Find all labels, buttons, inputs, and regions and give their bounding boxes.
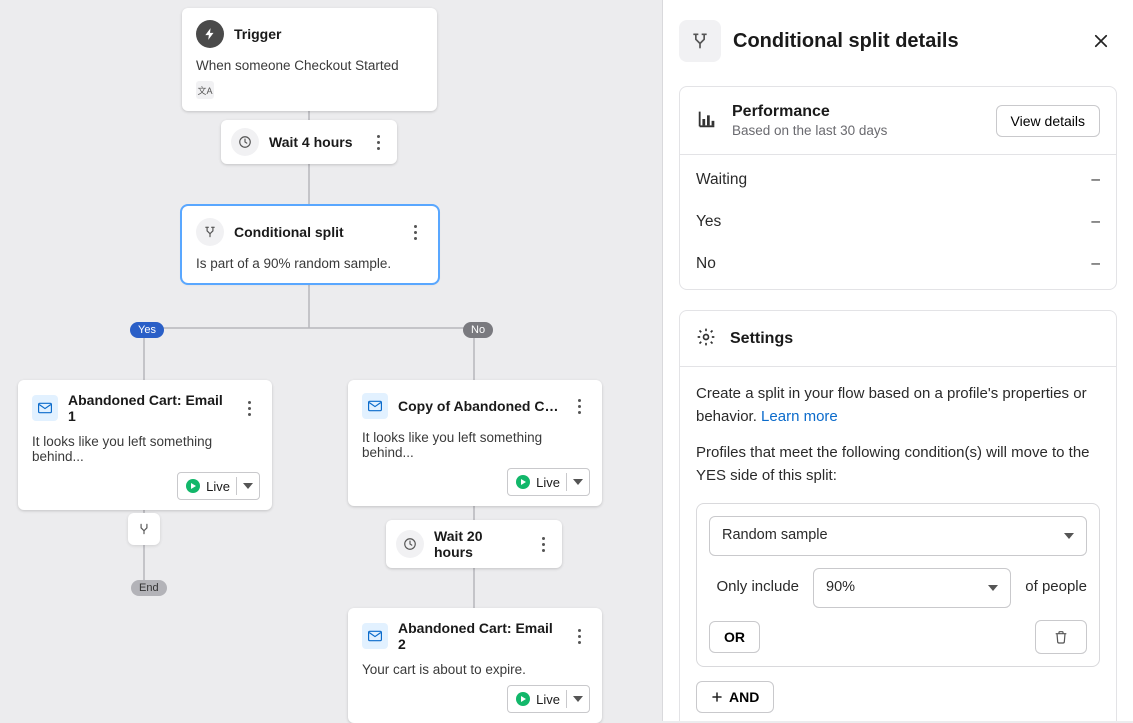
split-desc: Is part of a 90% random sample. bbox=[196, 256, 424, 271]
mail-icon bbox=[362, 393, 388, 419]
wait-node-2[interactable]: Wait 20 hours bbox=[386, 520, 562, 568]
panel-title: Conditional split details bbox=[733, 30, 1073, 53]
node-menu-button[interactable] bbox=[534, 530, 552, 558]
settings-title: Settings bbox=[730, 330, 793, 348]
performance-subtitle: Based on the last 30 days bbox=[732, 123, 982, 138]
conditional-split-node[interactable]: Conditional split Is part of a 90% rando… bbox=[182, 206, 438, 283]
performance-box: Performance Based on the last 30 days Vi… bbox=[679, 86, 1117, 290]
email-desc: It looks like you left something behind.… bbox=[32, 434, 258, 464]
email-node-2[interactable]: Abandoned Cart: Email 2 Your cart is abo… bbox=[348, 608, 602, 723]
clock-icon bbox=[396, 530, 424, 558]
condition-group: Random sample Only include 90% of people… bbox=[696, 503, 1100, 667]
flow-canvas[interactable]: Trigger When someone Checkout Started 文A… bbox=[0, 0, 662, 721]
branch-label-no: No bbox=[463, 322, 493, 338]
language-icon: 文A bbox=[196, 81, 214, 99]
chevron-down-icon bbox=[573, 696, 583, 702]
settings-intro2: Profiles that meet the following conditi… bbox=[696, 444, 1090, 484]
trigger-title: Trigger bbox=[234, 26, 423, 42]
status-label: Live bbox=[536, 692, 560, 707]
chart-icon bbox=[696, 108, 718, 133]
email-node-1[interactable]: Abandoned Cart: Email 1 It looks like yo… bbox=[18, 380, 272, 510]
status-label: Live bbox=[536, 475, 560, 490]
email-title: Abandoned Cart: Email 2 bbox=[398, 620, 560, 652]
clock-icon bbox=[231, 128, 259, 156]
details-panel: Conditional split details Performance Ba… bbox=[662, 0, 1133, 721]
email-title: Abandoned Cart: Email 1 bbox=[68, 392, 230, 424]
status-dropdown[interactable]: Live bbox=[177, 472, 260, 500]
learn-more-link[interactable]: Learn more bbox=[761, 408, 838, 425]
split-icon bbox=[679, 20, 721, 62]
percent-select[interactable]: 90% bbox=[813, 568, 1011, 608]
trigger-node[interactable]: Trigger When someone Checkout Started 文A bbox=[182, 8, 437, 111]
node-menu-button[interactable] bbox=[406, 218, 424, 246]
status-label: Live bbox=[206, 479, 230, 494]
delete-condition-button[interactable] bbox=[1035, 620, 1087, 654]
branch-label-yes: Yes bbox=[130, 322, 164, 338]
of-people-label: of people bbox=[1025, 576, 1087, 599]
email-node-1b[interactable]: Copy of Abandoned Cart:... It looks like… bbox=[348, 380, 602, 506]
view-details-button[interactable]: View details bbox=[996, 105, 1100, 137]
split-title: Conditional split bbox=[234, 224, 396, 240]
bolt-icon bbox=[196, 20, 224, 48]
mini-split-node[interactable] bbox=[128, 513, 160, 545]
condition-type-select[interactable]: Random sample bbox=[709, 516, 1087, 556]
perf-row-waiting: Waiting – bbox=[680, 159, 1116, 201]
mail-icon bbox=[362, 623, 388, 649]
split-icon bbox=[196, 218, 224, 246]
wait-label: Wait 4 hours bbox=[269, 134, 359, 150]
perf-row-yes: Yes – bbox=[680, 201, 1116, 243]
play-icon bbox=[516, 692, 530, 706]
close-button[interactable] bbox=[1085, 25, 1117, 57]
perf-row-no: No – bbox=[680, 243, 1116, 285]
gear-icon bbox=[696, 327, 716, 350]
trigger-desc: When someone Checkout Started bbox=[196, 58, 423, 73]
settings-intro: Create a split in your flow based on a p… bbox=[696, 385, 1087, 425]
play-icon bbox=[186, 479, 200, 493]
chevron-down-icon bbox=[573, 479, 583, 485]
wait-node-1[interactable]: Wait 4 hours bbox=[221, 120, 397, 164]
status-dropdown[interactable]: Live bbox=[507, 468, 590, 496]
or-button[interactable]: OR bbox=[709, 621, 760, 653]
end-label: End bbox=[131, 580, 167, 596]
node-menu-button[interactable] bbox=[369, 128, 387, 156]
chevron-down-icon bbox=[243, 483, 253, 489]
email-title: Copy of Abandoned Cart:... bbox=[398, 398, 560, 414]
play-icon bbox=[516, 475, 530, 489]
settings-box: Settings Create a split in your flow bas… bbox=[679, 310, 1117, 721]
email-desc: It looks like you left something behind.… bbox=[362, 430, 588, 460]
and-button[interactable]: AND bbox=[696, 681, 774, 713]
node-menu-button[interactable] bbox=[240, 394, 258, 422]
email-desc: Your cart is about to expire. bbox=[362, 662, 588, 677]
chevron-down-icon bbox=[988, 585, 998, 591]
mail-icon bbox=[32, 395, 58, 421]
only-include-label: Only include bbox=[709, 576, 799, 599]
node-menu-button[interactable] bbox=[570, 392, 588, 420]
node-menu-button[interactable] bbox=[570, 622, 588, 650]
performance-title: Performance bbox=[732, 103, 982, 121]
chevron-down-icon bbox=[1064, 533, 1074, 539]
wait-label: Wait 20 hours bbox=[434, 528, 524, 560]
status-dropdown[interactable]: Live bbox=[507, 685, 590, 713]
